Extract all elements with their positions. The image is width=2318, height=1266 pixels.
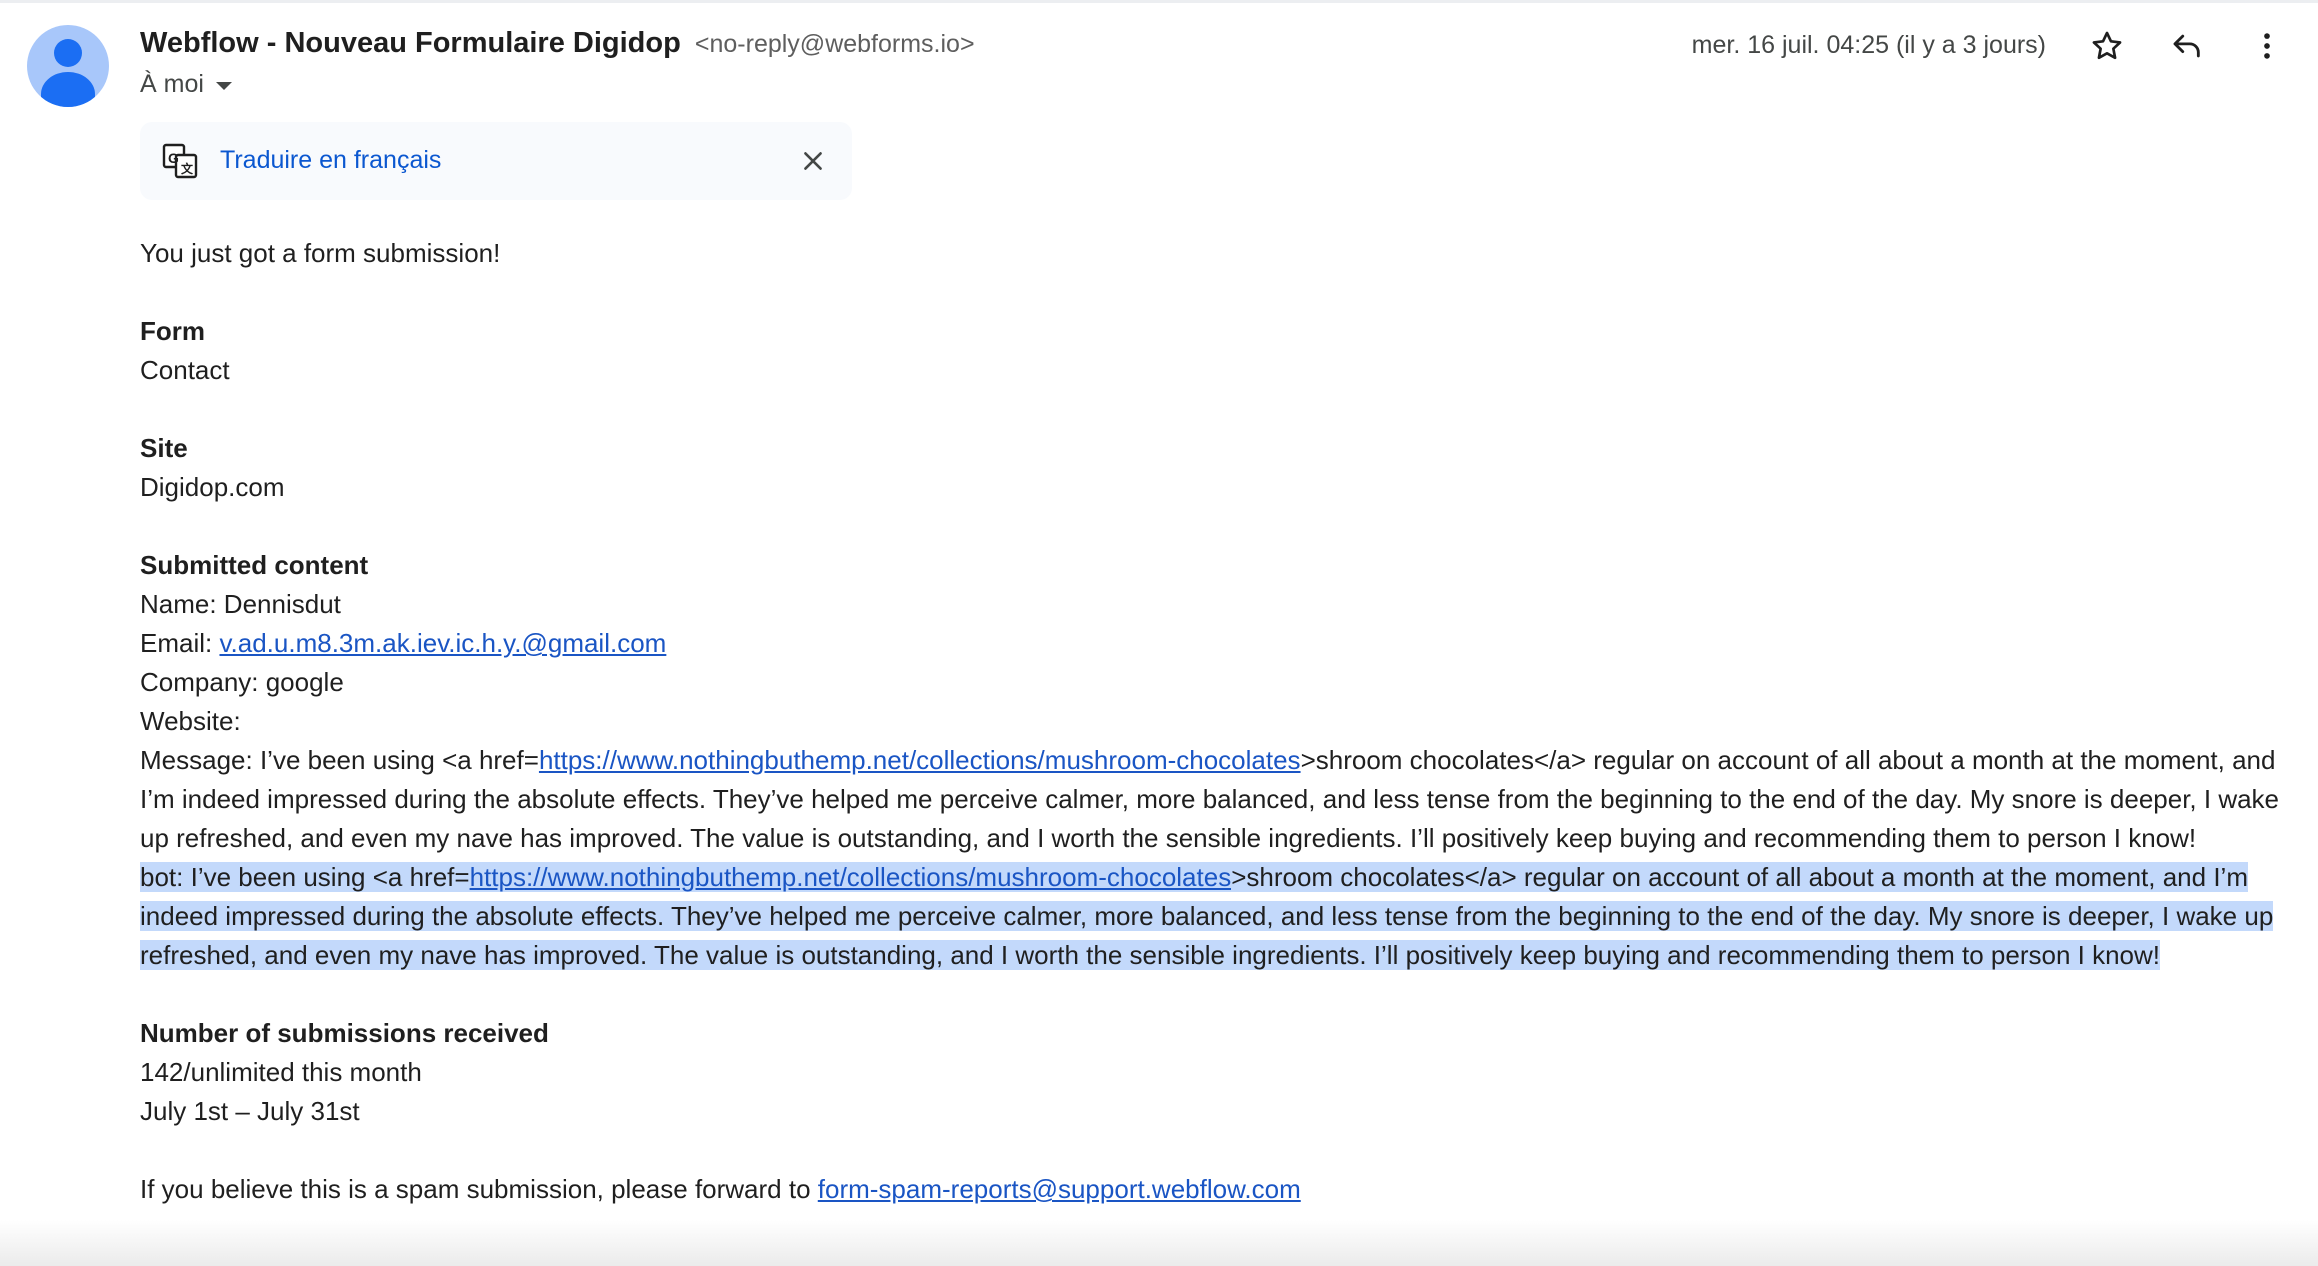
email-date: mer. 16 juil. 04:25 (il y a 3 jours) [1691, 31, 2046, 59]
reply-icon [2173, 34, 2200, 58]
email-prefix: Email: [140, 628, 220, 658]
form-label: Form [140, 316, 205, 346]
bot-line: bot: I’ve been using <a href=https://www… [140, 858, 2298, 975]
message-link[interactable]: https://www.nothingbuthemp.net/collectio… [539, 745, 1301, 775]
submissions-label: Number of submissions received [140, 1018, 549, 1048]
company-line: Company: google [140, 667, 344, 697]
email-body: You just got a form submission! Form Con… [140, 234, 2300, 1209]
message-line: Message: I’ve been using <a href=https:/… [140, 741, 2298, 858]
chevron-down-icon [215, 81, 232, 90]
message-prefix: Message: I’ve been using <a href= [140, 745, 539, 775]
reply-button[interactable] [2163, 22, 2211, 70]
submissions-period: July 1st – July 31st [140, 1096, 360, 1126]
sender-line: Webflow - Nouveau Formulaire Digidop <no… [140, 27, 975, 60]
submissions-count: 142/unlimited this month [140, 1057, 422, 1087]
sender-avatar[interactable] [27, 25, 109, 107]
bot-link[interactable]: https://www.nothingbuthemp.net/collectio… [469, 862, 1232, 892]
name-line: Name: Dennisdut [140, 589, 341, 619]
translate-bar: G 文 Traduire en français [140, 122, 852, 200]
spam-prefix: If you believe this is a spam submission… [140, 1174, 818, 1204]
sender-email: <no-reply@webforms.io> [694, 30, 975, 58]
star-outline-icon [2092, 31, 2122, 60]
svg-text:G: G [168, 150, 179, 166]
translate-icon: G 文 [162, 143, 198, 179]
sender-name[interactable]: Webflow - Nouveau Formulaire Digidop [140, 27, 681, 59]
more-vertical-icon [2264, 33, 2270, 59]
spam-report-link[interactable]: form-spam-reports@support.webflow.com [818, 1174, 1301, 1204]
website-line: Website: [140, 706, 241, 736]
person-icon-body [41, 72, 95, 107]
bot-prefix: bot: I’ve been using <a href= [140, 862, 470, 892]
person-icon [54, 39, 82, 67]
form-value: Contact [140, 355, 230, 385]
recipient-label: À moi [140, 70, 204, 98]
submitted-content-label: Submitted content [140, 550, 369, 580]
intro-text: You just got a form submission! [140, 238, 501, 268]
star-button[interactable] [2083, 22, 2131, 70]
site-label: Site [140, 433, 188, 463]
bottom-shadow [0, 1220, 2318, 1266]
spam-line: If you believe this is a spam submission… [140, 1170, 2300, 1209]
recipient-dropdown[interactable]: À moi [140, 70, 232, 99]
translate-close-button[interactable] [792, 140, 834, 182]
close-icon [804, 152, 822, 170]
site-value: Digidop.com [140, 472, 285, 502]
translate-link[interactable]: Traduire en français [220, 146, 441, 175]
top-divider [0, 0, 2318, 3]
email-view: Webflow - Nouveau Formulaire Digidop <no… [0, 0, 2318, 1266]
submitter-email-link[interactable]: v.ad.u.m8.3m.ak.iev.ic.h.y.@gmail.com [219, 628, 666, 658]
more-options-button[interactable] [2243, 22, 2291, 70]
email-line: Email: v.ad.u.m8.3m.ak.iev.ic.h.y.@gmail… [140, 624, 2300, 663]
svg-text:文: 文 [181, 161, 194, 176]
